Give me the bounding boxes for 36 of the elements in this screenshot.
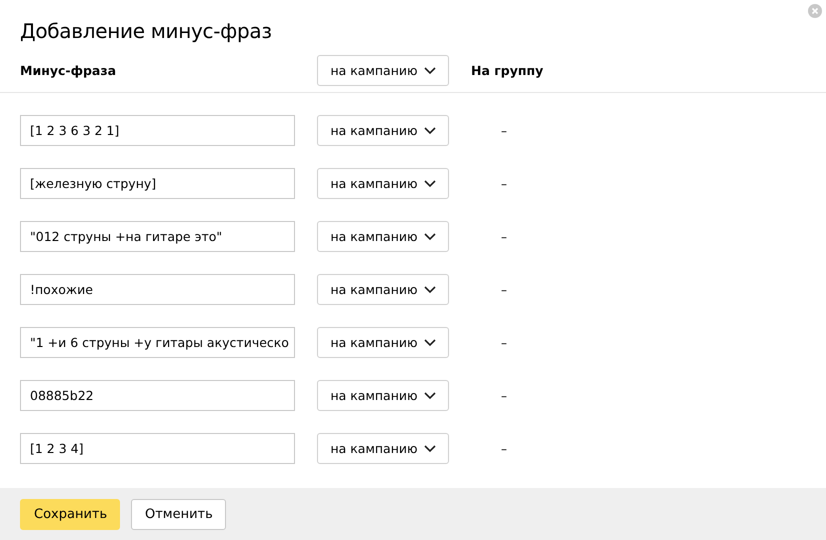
column-header: На группу	[471, 63, 544, 78]
phrase-input[interactable]: 08885b22	[20, 380, 295, 411]
phrase-input[interactable]: !похожие	[20, 274, 295, 305]
group-value: –	[501, 124, 507, 138]
phrase-input[interactable]: "012 струны +на гитаре это"	[20, 221, 295, 252]
group-value: –	[501, 282, 507, 296]
chevron-icon	[424, 286, 436, 294]
phrase-input[interactable]: "1 +и 6 струны +у гитары акустическо	[20, 327, 295, 358]
scope-dropdown[interactable]: на кампанию	[317, 327, 449, 358]
phrase-input[interactable]: [железную струну]	[20, 168, 295, 199]
chevron-icon	[424, 232, 436, 240]
save-button[interactable]: Сохранить	[20, 498, 120, 530]
group-value: –	[501, 442, 507, 456]
scope-dropdown[interactable]: на кампанию	[317, 221, 449, 252]
column-header: Минус-фраза	[20, 63, 118, 78]
chevron-icon	[424, 66, 436, 74]
phrase-input[interactable]: [1 2 3 4]	[20, 433, 295, 464]
dialog-title: Добавление минус-фраз	[20, 18, 272, 45]
chevron-icon	[424, 444, 436, 452]
cancel-button[interactable]: Отменить	[131, 498, 226, 530]
scope-dropdown[interactable]: на кампанию	[317, 433, 449, 464]
scope-dropdown[interactable]: на кампанию	[317, 274, 449, 305]
scope-dropdown[interactable]: на кампанию	[317, 55, 449, 86]
group-value: –	[501, 230, 507, 244]
chevron-icon	[424, 180, 436, 188]
group-value: –	[501, 388, 507, 402]
scope-dropdown[interactable]: на кампанию	[317, 380, 449, 411]
scope-dropdown[interactable]: на кампанию	[317, 115, 449, 146]
chevron-icon	[424, 126, 436, 134]
scope-dropdown[interactable]: на кампанию	[317, 168, 449, 199]
close-icon[interactable]	[808, 4, 822, 18]
chevron-icon	[424, 338, 436, 346]
group-value: –	[501, 176, 507, 190]
chevron-icon	[424, 392, 436, 400]
phrase-input[interactable]: [1 2 3 6 3 2 1]	[20, 115, 295, 146]
group-value: –	[501, 336, 507, 350]
